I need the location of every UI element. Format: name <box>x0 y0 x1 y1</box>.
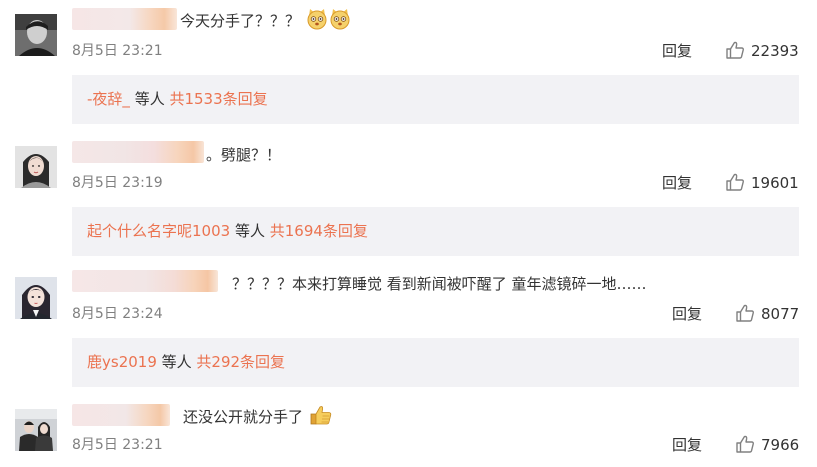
cat-face-icon <box>329 8 351 36</box>
comment-timestamp: 8月5日 23:21 <box>72 43 163 59</box>
replies-preview[interactable]: 起个什么名字呢1003 等人 共1694条回复 <box>72 207 799 256</box>
replies-preview-line: -夜辞_ 等人 共1533条回复 <box>87 89 268 110</box>
view-replies-link[interactable]: 共292条回复 <box>196 353 285 371</box>
view-replies-link[interactable]: 共1533条回复 <box>169 90 267 108</box>
replies-preview[interactable]: -夜辞_ 等人 共1533条回复 <box>72 75 799 124</box>
user-avatar[interactable] <box>15 409 57 451</box>
reply-button[interactable]: 回复 <box>672 435 702 455</box>
reply-username-link[interactable]: -夜辞_ <box>87 90 130 108</box>
comment-timestamp: 8月5日 23:21 <box>72 437 163 453</box>
comment-item: ？？？？本来打算睡觉 看到新闻被吓醒了 童年滤镜碎一地…… 8月5日 23:24… <box>0 260 817 392</box>
thumbs-up-icon <box>726 173 744 191</box>
comment-text-content: 今天分手了？？？ <box>180 12 301 30</box>
reply-button[interactable]: 回复 <box>672 304 702 324</box>
reply-and-others-label: 等人 <box>129 90 170 108</box>
comment-text-content: 还没公开就分手了 <box>183 408 304 426</box>
like-count: 7966 <box>761 436 800 454</box>
username-blurred[interactable] <box>72 404 170 426</box>
comment-text: 。劈腿？！ <box>206 146 282 164</box>
comment-item: 还没公开就分手了 8月5日 23:21 回复 7966 <box>0 392 817 467</box>
thumbs-up-icon <box>726 41 744 59</box>
reply-username-link[interactable]: 鹿ys2019 <box>87 353 157 371</box>
reply-username-link[interactable]: 起个什么名字呢1003 <box>87 222 230 240</box>
reply-and-others-label: 等人 <box>230 222 270 240</box>
thumbs-up-icon <box>309 404 333 432</box>
reply-and-others-label: 等人 <box>156 353 197 371</box>
reply-button[interactable]: 回复 <box>662 41 692 61</box>
username-blurred[interactable] <box>72 8 177 30</box>
user-avatar[interactable] <box>15 277 57 319</box>
comment-text: ？？？？本来打算睡觉 看到新闻被吓醒了 童年滤镜碎一地…… <box>232 275 647 293</box>
replies-preview-line: 鹿ys2019 等人 共292条回复 <box>87 352 285 373</box>
replies-preview-line: 起个什么名字呢1003 等人 共1694条回复 <box>87 221 368 242</box>
user-avatar[interactable] <box>15 14 57 56</box>
replies-preview[interactable]: 鹿ys2019 等人 共292条回复 <box>72 338 799 387</box>
like-count: 8077 <box>761 305 800 323</box>
comment-timestamp: 8月5日 23:19 <box>72 175 163 191</box>
username-blurred[interactable] <box>72 270 218 292</box>
thumbs-up-icon <box>736 435 754 453</box>
comment-item: 。劈腿？！ 8月5日 23:19 回复 19601 起个什么名字呢1003 等人… <box>0 130 817 260</box>
username-blurred[interactable] <box>72 141 204 163</box>
like-count: 19601 <box>751 174 799 192</box>
comment-timestamp: 8月5日 23:24 <box>72 306 163 322</box>
thumbs-up-icon <box>736 304 754 322</box>
like-count: 22393 <box>751 42 799 60</box>
view-replies-link[interactable]: 共1694条回复 <box>270 222 368 240</box>
cat-face-icon <box>306 8 328 36</box>
comment-item: 今天分手了？？？ 8月5日 23:21 回复 22393 -夜辞_ 等人 共15… <box>0 0 817 130</box>
comment-text: 今天分手了？？？ <box>180 8 351 36</box>
user-avatar[interactable] <box>15 146 57 188</box>
comment-text: 还没公开就分手了 <box>183 404 333 432</box>
reply-button[interactable]: 回复 <box>662 173 692 193</box>
